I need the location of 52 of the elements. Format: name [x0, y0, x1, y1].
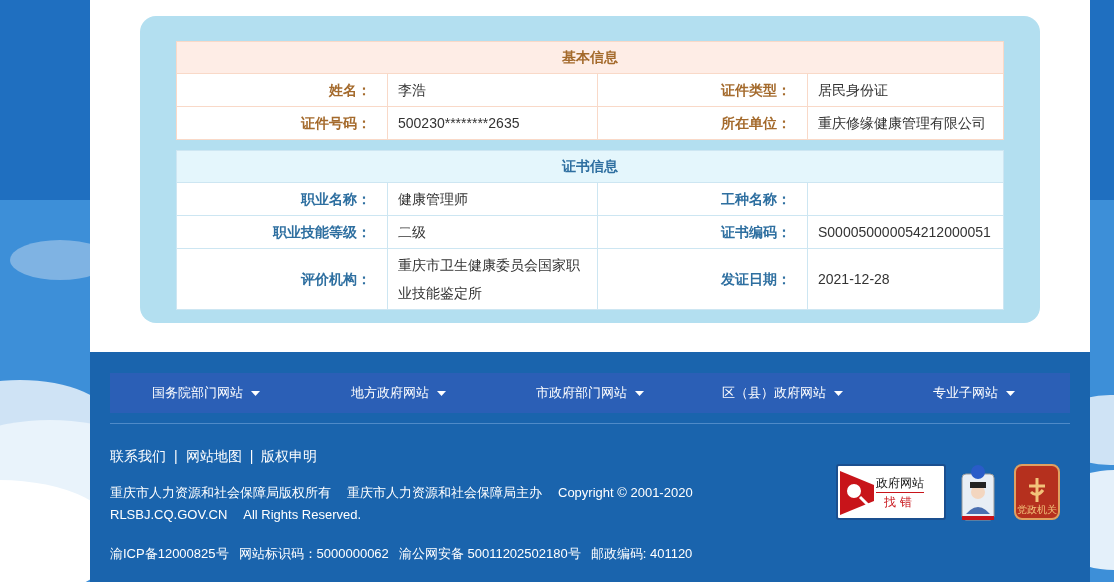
field-label: 工种名称：	[721, 189, 791, 209]
copyright-text: RLSBJ.CQ.GOV.CN	[110, 505, 228, 524]
copyright-text: 重庆市人力资源和社会保障局版权所有	[110, 484, 331, 502]
nav-dropdown[interactable]: 市政府部门网站	[494, 373, 686, 413]
registration-text: 渝公网安备 50011202502180号	[398, 545, 581, 563]
nav-dropdown[interactable]: 区（县）政府网站	[686, 373, 878, 413]
caret-icon	[436, 390, 446, 396]
field-label: 职业技能等级：	[273, 222, 371, 242]
field-value: 500230********2635	[398, 114, 520, 133]
field-value: 李浩	[398, 81, 426, 100]
field-value: 重庆市卫生健康委员会国家职业技能鉴定所	[398, 256, 581, 303]
separator: |	[174, 447, 178, 466]
field-label: 证书编码：	[721, 222, 791, 242]
badge-action: 找错	[884, 493, 916, 511]
copyright-text: 重庆市人力资源和社会保障局主办	[347, 484, 542, 502]
registration-text: 渝ICP备12000825号	[110, 545, 229, 563]
field-label: 所在单位：	[721, 113, 791, 133]
footer-link[interactable]: 联系我们	[110, 446, 166, 467]
copyright-text: All Rights Reserved.	[243, 505, 362, 524]
field-value: 居民身份证	[818, 81, 888, 100]
emblem-text: 党政机关	[1017, 504, 1057, 515]
copyright-text: Copyright © 2001-2020	[558, 484, 693, 502]
nav-dropdown[interactable]: 地方政府网站	[302, 373, 494, 413]
field-label: 评价机构：	[301, 269, 371, 289]
field-value: 二级	[398, 223, 426, 242]
field-value: 重庆修缘健康管理有限公司	[818, 114, 986, 133]
table-header: 证书信息	[177, 151, 1003, 183]
field-label: 证件号码：	[301, 113, 371, 133]
badge-title: 政府网站	[876, 473, 924, 493]
caret-icon	[251, 390, 260, 396]
caret-icon	[1006, 390, 1015, 396]
field-value: 健康管理师	[398, 190, 468, 209]
error-report-badge[interactable]: 政府网站 找错	[836, 464, 946, 520]
police-icon[interactable]	[960, 464, 996, 524]
separator: |	[249, 447, 254, 466]
table-header: 基本信息	[177, 42, 1003, 74]
nav-dropdown[interactable]: 专业子网站	[878, 373, 1070, 413]
field-label: 发证日期：	[721, 269, 791, 289]
field-label: 姓名：	[329, 80, 371, 100]
caret-icon	[635, 390, 644, 396]
field-value: 2021-12-28	[818, 270, 890, 289]
registration-text: 网站标识码：5000000062	[238, 545, 389, 563]
nav-dropdown[interactable]: 国务院部门网站	[110, 373, 302, 413]
registration-text: 邮政编码: 401120	[590, 545, 693, 563]
magnifier-icon	[840, 469, 874, 515]
footer-link[interactable]: 网站地图	[185, 446, 242, 467]
field-label: 证件类型：	[721, 80, 791, 100]
party-emblem[interactable]: 党政机关	[1014, 464, 1060, 520]
field-label: 职业名称：	[301, 189, 371, 209]
field-value: S000050000054212000051	[818, 223, 991, 242]
caret-icon	[833, 390, 843, 396]
footer-link[interactable]: 版权申明	[261, 446, 318, 467]
